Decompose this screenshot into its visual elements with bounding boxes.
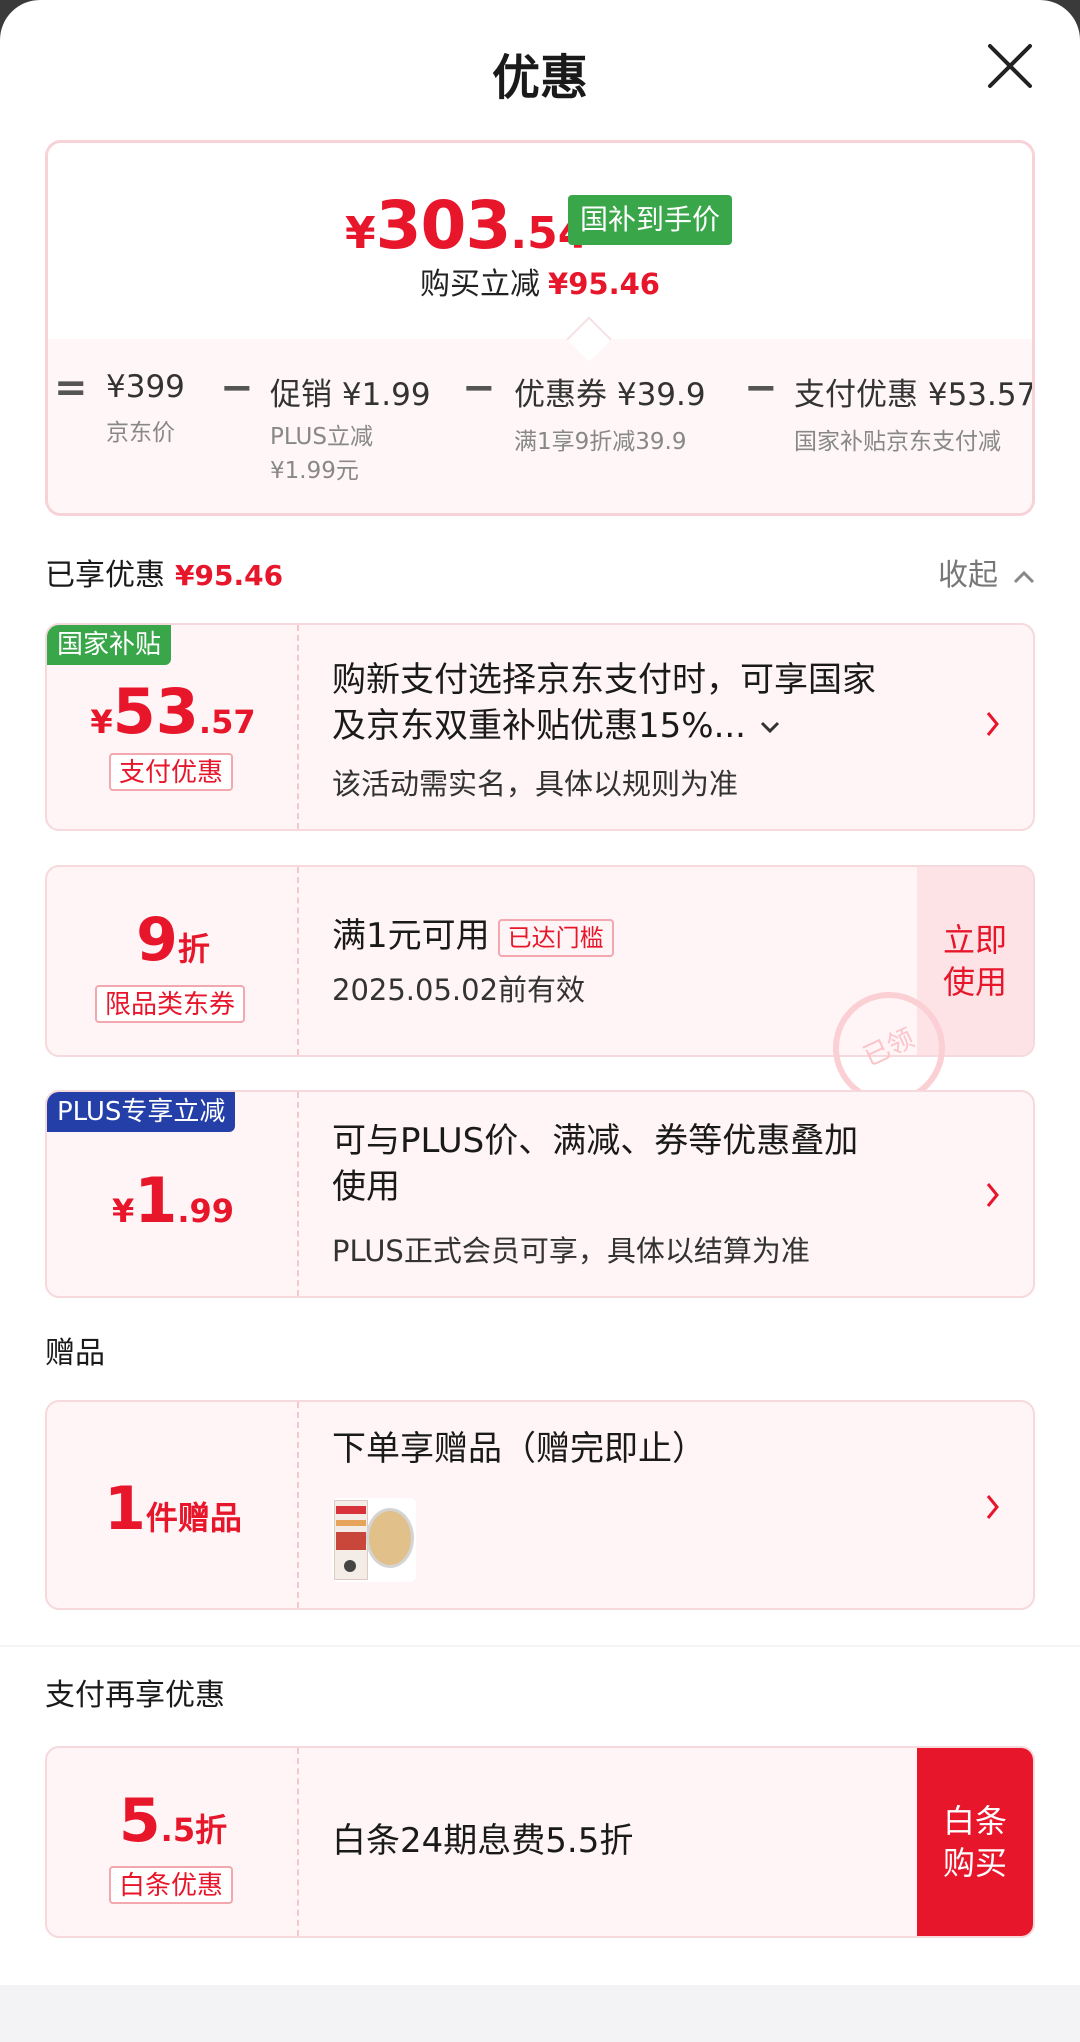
enjoyed-discount-label: 已享优惠 ¥95.46 xyxy=(45,558,284,593)
coupon-discount: 9折 xyxy=(136,905,210,975)
plus-discount-card[interactable]: PLUS专享立减 ¥1.99 可与PLUS价、满减、券等优惠叠加 使用 PLUS… xyxy=(45,1090,1035,1298)
subsidy-price-badge: 国补到手价 xyxy=(568,195,733,245)
chevron-up-icon xyxy=(1013,570,1034,584)
gift-description: 下单享赠品（赠完即止） xyxy=(332,1429,706,1469)
baitiao-card: 5.5折 白条优惠 白条24期息费5.5折 白条 购买 xyxy=(45,1746,1035,1938)
plus-amount: ¥1.99 xyxy=(111,1164,235,1237)
minus-sign: − xyxy=(462,365,496,411)
equals-sign: = xyxy=(54,365,88,411)
collapse-button[interactable]: 收起 xyxy=(938,550,1036,594)
breakdown-coupon: 优惠券 ¥39.9 满1享9折减39.9 xyxy=(514,377,706,455)
coupon-expiry: 2025.05.02前有效 xyxy=(332,973,586,1007)
subsidy-payment-card[interactable]: 国家补贴 ¥53.57 支付优惠 购新支付选择京东支付时，可享国家 及京东双重补… xyxy=(45,623,1035,831)
subsidy-note: 该活动需实名，具体以规则为准 xyxy=(332,767,739,801)
breakdown-list-price: ¥399 京东价 xyxy=(106,369,185,446)
final-price: ¥303.54 xyxy=(345,187,589,264)
sheet-title: 优惠 xyxy=(491,50,588,106)
gift-section-title: 赠品 xyxy=(45,1336,105,1371)
close-icon[interactable] xyxy=(986,42,1034,90)
subsidy-description: 购新支付选择京东支付时，可享国家 及京东双重补贴优惠15%... xyxy=(332,660,876,746)
baitiao-buy-button[interactable]: 白条 购买 xyxy=(917,1748,1033,1936)
chevron-down-icon[interactable] xyxy=(757,717,783,737)
gift-card[interactable]: 1件赠品 下单享赠品（赠完即止） xyxy=(45,1400,1035,1610)
plus-badge: PLUS专享立减 xyxy=(47,1092,236,1132)
gift-product-thumbnail[interactable] xyxy=(332,1498,416,1582)
price-summary-card: ¥303.54 国补到手价 购买立减 ¥95.46 = ¥399 京东价 − 促销… xyxy=(45,140,1035,516)
subsidy-badge: 国家补贴 xyxy=(47,625,172,665)
discount-sheet: 优惠 ¥303.54 国补到手价 购买立减 ¥95.46 = ¥399 京东价 −… xyxy=(0,0,1080,2042)
coupon-condition: 满1元可用 已达门槛 xyxy=(332,913,614,959)
payment-section-title: 支付再享优惠 xyxy=(45,1678,225,1713)
plus-description: 可与PLUS价、满减、券等优惠叠加 使用 xyxy=(332,1121,859,1207)
chevron-right-icon[interactable] xyxy=(983,1488,1003,1534)
minus-sign: − xyxy=(744,365,778,411)
breakdown-promotion: 促销 ¥1.99 PLUS立减 ¥1.99元 xyxy=(270,377,431,484)
subsidy-amount: ¥53.57 xyxy=(90,675,256,748)
gift-count: 1件赠品 xyxy=(104,1474,242,1544)
payment-discount-tag: 支付优惠 xyxy=(109,753,234,791)
bottom-bar xyxy=(0,1985,1080,2042)
plus-note: PLUS正式会员可享，具体以结算为准 xyxy=(332,1234,810,1268)
total-reduction: 购买立减 ¥95.46 xyxy=(420,267,660,302)
chevron-right-icon[interactable] xyxy=(983,1176,1003,1222)
baitiao-description: 白条24期息费5.5折 xyxy=(332,1821,634,1861)
baitiao-discount: 5.5折 xyxy=(118,1786,228,1856)
threshold-met-badge: 已达门槛 xyxy=(497,918,614,957)
chevron-right-icon[interactable] xyxy=(983,705,1003,751)
coupon-type-tag: 限品类东券 xyxy=(95,985,246,1023)
minus-sign: − xyxy=(220,365,254,411)
baitiao-tag: 白条优惠 xyxy=(109,1866,234,1904)
breakdown-payment: 支付优惠 ¥53.57 国家补贴京东支付减 xyxy=(794,377,1035,455)
